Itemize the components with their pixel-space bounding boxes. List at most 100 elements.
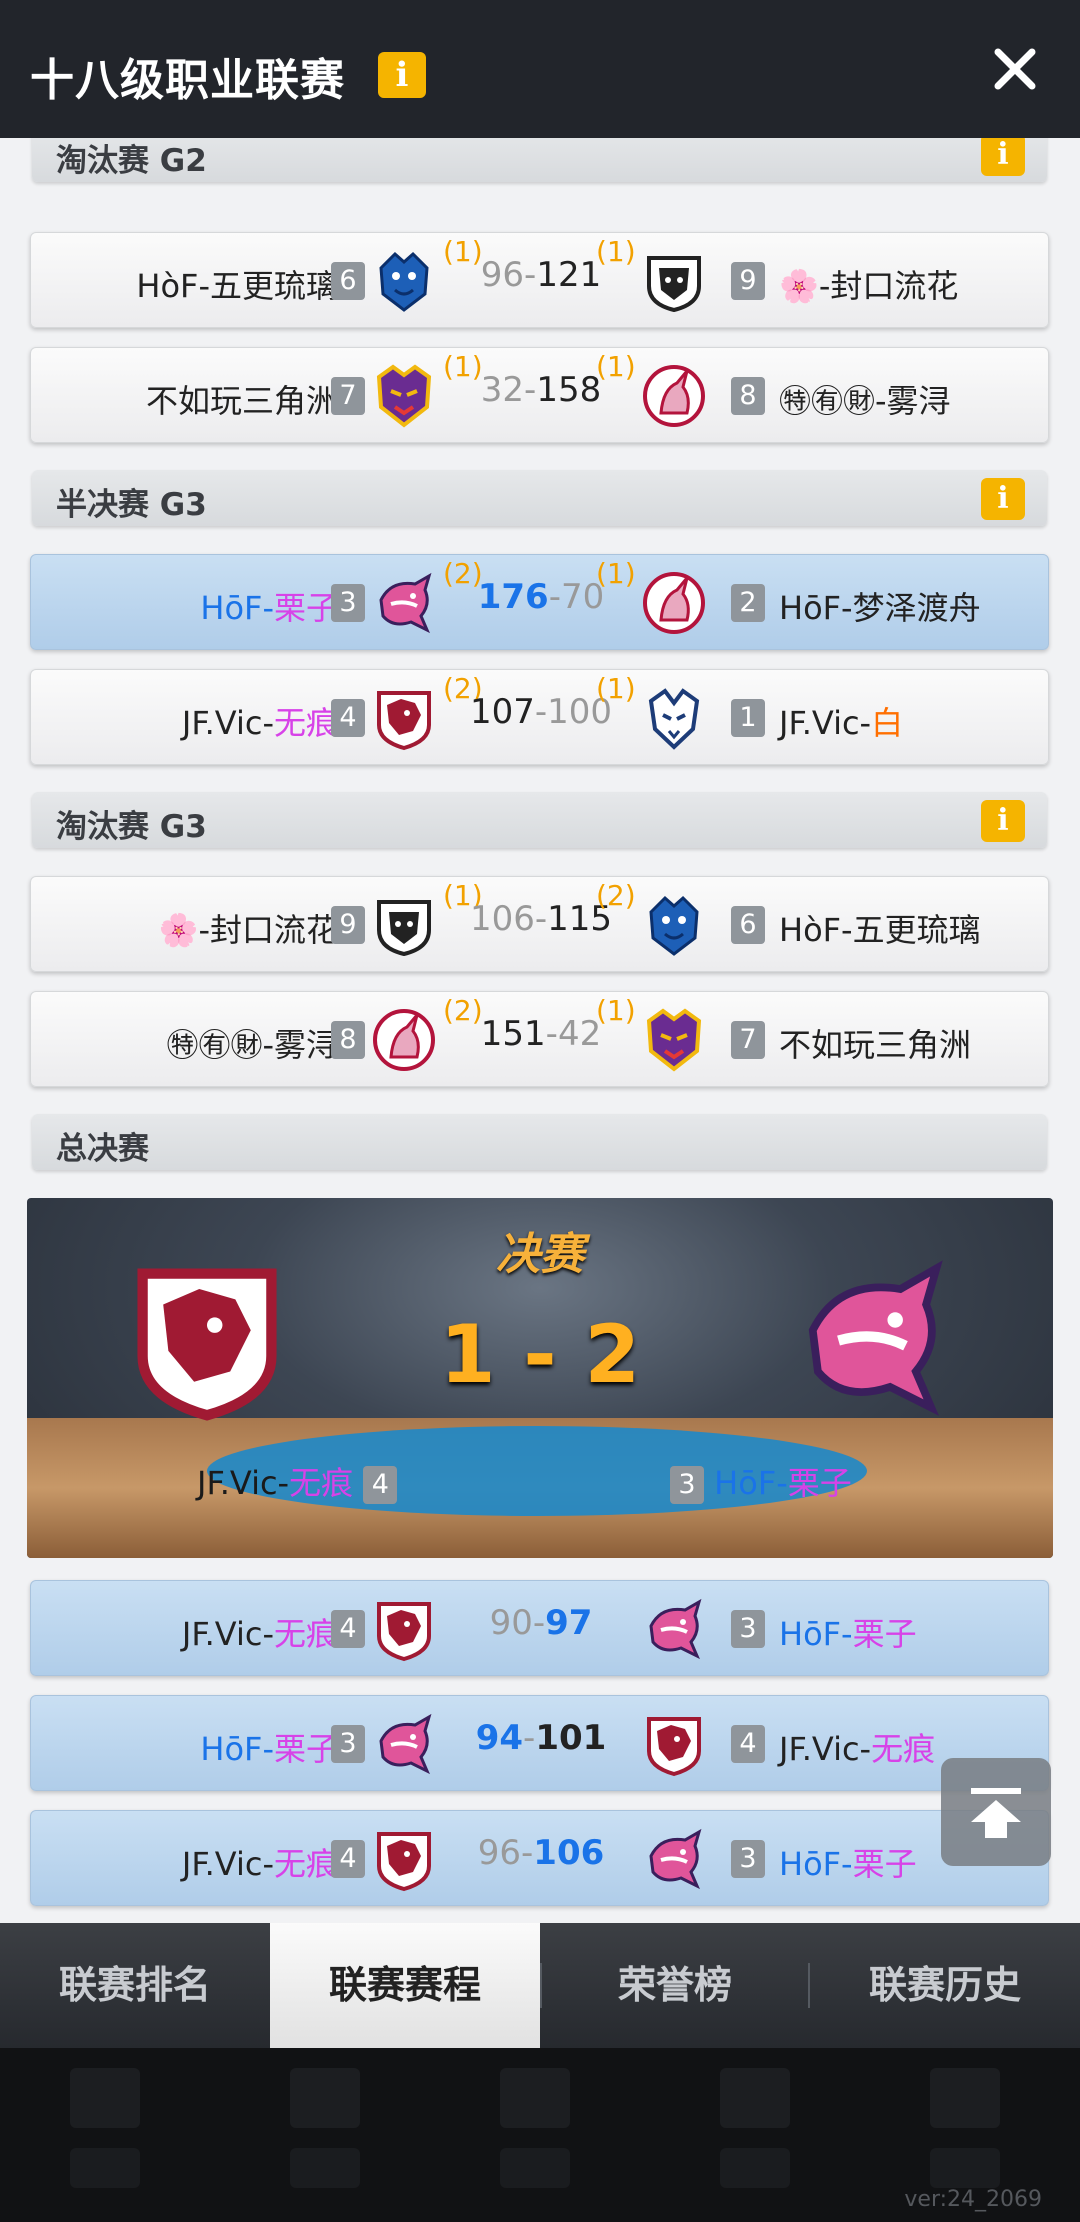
match-row[interactable]: ㊕㊒㊖-雾浔 8 (2) 151-42 (1) 7 不如玩三角洲 bbox=[30, 991, 1049, 1087]
tab-league-ranking[interactable]: 联赛排名 bbox=[0, 1923, 270, 2048]
left-team-name: ㊕㊒㊖-雾浔 bbox=[166, 1026, 338, 1064]
left-seed-badge: 9 bbox=[331, 906, 365, 944]
match-row[interactable]: 不如玩三角洲 7 (1) 32-158 (1) 8 ㊕㊒㊖-雾浔 bbox=[30, 347, 1049, 443]
section-title: 淘汰赛 G2 bbox=[56, 143, 207, 179]
team-suffix: 栗子 bbox=[273, 589, 338, 627]
score-separator: - bbox=[532, 1603, 546, 1643]
info-icon[interactable]: i bbox=[981, 138, 1025, 176]
right-score: 97 bbox=[545, 1603, 593, 1643]
info-icon[interactable]: i bbox=[981, 478, 1025, 520]
left-seed-badge: 4 bbox=[331, 1840, 365, 1878]
team-prefix: JF.Vic- bbox=[779, 704, 872, 742]
seed-badge: 4 bbox=[363, 1466, 398, 1504]
left-seed-badge: 3 bbox=[331, 584, 365, 622]
left-score: 96 bbox=[477, 1833, 521, 1873]
red-dragon-logo bbox=[647, 1717, 701, 1776]
close-icon[interactable] bbox=[990, 44, 1040, 94]
left-team-name: JF.Vic-无痕 bbox=[182, 698, 338, 744]
lion-crest-logo bbox=[647, 256, 701, 312]
team-suffix: 栗子 bbox=[787, 1464, 852, 1502]
match-row[interactable]: HòF-五更琉璃 6 (1) 96-121 (1) 9 🌸-封口流花 bbox=[30, 232, 1049, 328]
red-dragon-logo bbox=[377, 1602, 431, 1661]
final-banner[interactable]: 决赛 1 - 2 JF.Vic-无痕 4 3 HōF-栗子 bbox=[27, 1198, 1053, 1558]
tab-league-schedule[interactable]: 联赛赛程 bbox=[270, 1923, 540, 2048]
right-team-name: HòF-五更琉璃 bbox=[779, 911, 981, 949]
right-seed-badge: 8 bbox=[731, 377, 765, 415]
team-suffix: 无痕 bbox=[273, 1615, 338, 1653]
left-seed-badge: 8 bbox=[331, 1021, 365, 1059]
right-wins: (2) bbox=[596, 879, 636, 912]
right-team-name: HōF-栗子 bbox=[779, 1839, 917, 1885]
section-header-knockout-g2: 淘汰赛 G2 i bbox=[32, 138, 1047, 182]
right-score: 121 bbox=[536, 255, 602, 295]
left-team-name: HōF-栗子 bbox=[200, 583, 338, 629]
match-score: 96-106 bbox=[441, 1833, 641, 1873]
version-label: ver:24_2069 bbox=[904, 2187, 1042, 2212]
arrow-up-icon bbox=[971, 1788, 1021, 1838]
white-wolf-logo bbox=[649, 689, 699, 749]
match-row[interactable]: JF.Vic-无痕 4 (2) 107-100 (1) 1 JF.Vic-白 bbox=[30, 669, 1049, 765]
red-dragon-logo bbox=[377, 691, 431, 750]
score-separator: - bbox=[545, 1014, 558, 1054]
right-seed-badge: 6 bbox=[731, 906, 765, 944]
pink-shark-logo bbox=[379, 574, 431, 632]
final-right-team: 3 HōF-栗子 bbox=[670, 1458, 852, 1504]
unicorn-badge-logo bbox=[643, 572, 705, 634]
section-header-semifinal-g3: 半决赛 G3 i bbox=[32, 470, 1047, 526]
right-team-name: HōF-梦泽渡舟 bbox=[779, 589, 981, 627]
right-score: 101 bbox=[535, 1718, 607, 1758]
left-team-name: JF.Vic-无痕 bbox=[182, 1609, 338, 1655]
score-separator: - bbox=[524, 370, 537, 410]
info-icon[interactable]: i bbox=[378, 52, 426, 98]
info-icon[interactable]: i bbox=[981, 800, 1025, 842]
match-row[interactable]: 🌸-封口流花 9 (1) 106-115 (2) 6 HòF-五更琉璃 bbox=[30, 876, 1049, 972]
left-seed-badge: 7 bbox=[331, 377, 365, 415]
right-team-name: 🌸-封口流花 bbox=[779, 267, 959, 305]
team-suffix: 无痕 bbox=[273, 704, 338, 742]
bottom-tab-bar: 联赛排名 联赛赛程 荣誉榜 联赛历史 bbox=[0, 1923, 1080, 2048]
blurred-label bbox=[930, 2148, 1000, 2188]
blurred-icon bbox=[70, 2068, 140, 2128]
right-seed-badge: 7 bbox=[731, 1021, 765, 1059]
team-suffix: 栗子 bbox=[852, 1615, 917, 1653]
team-suffix: 无痕 bbox=[273, 1845, 338, 1883]
match-row[interactable]: HōF-栗子 3 94-101 4 JF.Vic-无痕 bbox=[30, 1695, 1049, 1791]
tab-league-history[interactable]: 联赛历史 bbox=[810, 1923, 1080, 2048]
section-title: 半决赛 G3 bbox=[56, 487, 207, 523]
section-header-knockout-g3: 淘汰赛 G3 i bbox=[32, 792, 1047, 848]
blurred-label bbox=[290, 2148, 360, 2188]
right-score: 106 bbox=[533, 1833, 605, 1873]
team-suffix: 栗子 bbox=[852, 1845, 917, 1883]
left-score: 96 bbox=[480, 255, 525, 295]
team-prefix: JF.Vic- bbox=[181, 1845, 274, 1883]
match-score: 90-97 bbox=[441, 1603, 641, 1643]
blurred-icon bbox=[500, 2068, 570, 2128]
right-team-name: 不如玩三角洲 bbox=[779, 1026, 972, 1064]
unicorn-badge-logo bbox=[643, 365, 705, 427]
team-prefix: HōF- bbox=[779, 1845, 853, 1883]
match-row[interactable]: JF.Vic-无痕 4 96-106 3 HōF-栗子 bbox=[30, 1810, 1049, 1906]
left-seed-badge: 3 bbox=[331, 1725, 365, 1763]
score-separator: - bbox=[534, 692, 548, 732]
left-score: 176 bbox=[477, 577, 549, 617]
schedule-list[interactable]: 淘汰赛 G2 i HòF-五更琉璃 6 (1) 96-121 (1) 9 🌸-封… bbox=[0, 138, 1080, 1923]
tab-honor-roll[interactable]: 荣誉榜 bbox=[540, 1923, 810, 2048]
lion-crest-logo bbox=[377, 900, 431, 956]
left-score: 32 bbox=[480, 370, 525, 410]
team-prefix: HōF- bbox=[779, 1615, 853, 1653]
left-team-name: 不如玩三角洲 bbox=[145, 382, 338, 420]
left-score: 107 bbox=[469, 692, 535, 732]
match-row[interactable]: JF.Vic-无痕 4 90-97 3 HōF-栗子 bbox=[30, 1580, 1049, 1676]
right-wins: (1) bbox=[596, 235, 636, 268]
left-team-name: JF.Vic-无痕 bbox=[182, 1839, 338, 1885]
right-wins: (1) bbox=[596, 994, 636, 1027]
pink-shark-logo bbox=[649, 1830, 701, 1888]
scroll-to-top-button[interactable] bbox=[941, 1758, 1051, 1866]
right-seed-badge: 9 bbox=[731, 262, 765, 300]
score-separator: - bbox=[548, 577, 561, 617]
left-score: 94 bbox=[475, 1718, 524, 1758]
match-row[interactable]: HōF-栗子 3 (2) 176-70 (1) 2 HōF-梦泽渡舟 bbox=[30, 554, 1049, 650]
left-seed-badge: 6 bbox=[331, 262, 365, 300]
seed-badge: 3 bbox=[670, 1466, 704, 1504]
team-prefix: JF.Vic- bbox=[779, 1730, 872, 1768]
